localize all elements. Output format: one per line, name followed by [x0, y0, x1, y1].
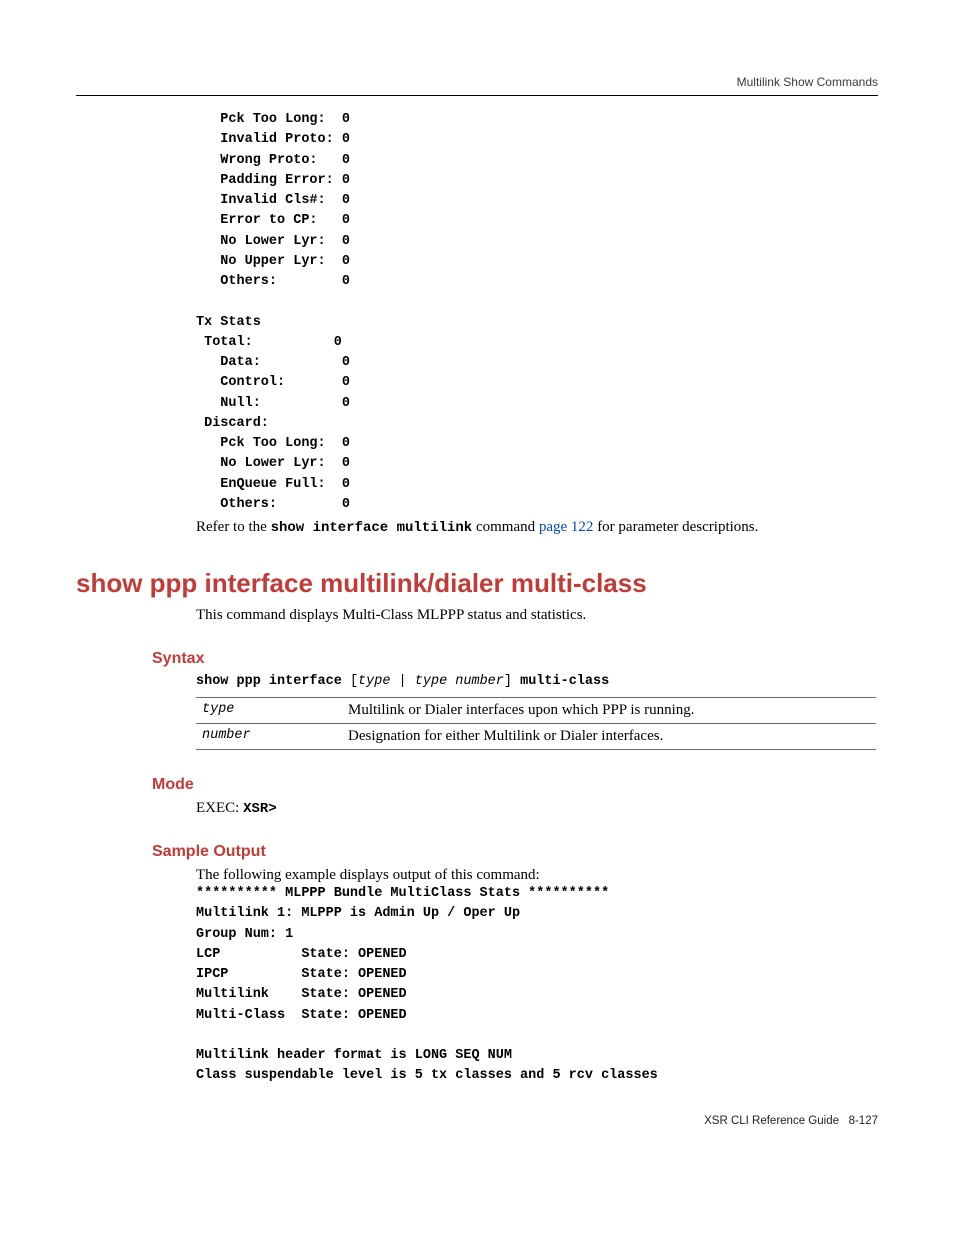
section-syntax: Syntax: [152, 650, 878, 668]
refer-command: show interface multilink: [271, 520, 473, 536]
refer-prefix: Refer to the: [196, 519, 271, 535]
cli-sample-output: ********** MLPPP Bundle MultiClass Stats…: [196, 884, 878, 1087]
param-desc: Designation for either Multilink or Dial…: [342, 724, 876, 750]
refer-mid: command: [472, 519, 539, 535]
syntax-type-number: type number: [415, 674, 504, 689]
syntax-multi-class: multi-class: [512, 674, 609, 689]
section-mode: Mode: [152, 776, 878, 794]
syntax-bracket-close: ]: [504, 674, 512, 689]
param-name: type: [196, 698, 342, 724]
footer-page-number: 8-127: [849, 1115, 878, 1127]
param-name: number: [196, 724, 342, 750]
sample-intro: The following example displays output of…: [196, 867, 878, 884]
syntax-type: type: [358, 674, 390, 689]
mode-line: EXEC: XSR>: [196, 800, 878, 817]
command-intro: This command displays Multi-Class MLPPP …: [196, 607, 878, 624]
refer-link[interactable]: page 122: [539, 519, 594, 535]
refer-suffix: for parameter descriptions.: [593, 519, 758, 535]
syntax-usage: show ppp interface [type | type number] …: [196, 674, 878, 689]
syntax-pipe: |: [390, 674, 414, 689]
param-desc: Multilink or Dialer interfaces upon whic…: [342, 698, 876, 724]
mode-label: EXEC:: [196, 800, 243, 816]
command-title: show ppp interface multilink/dialer mult…: [76, 568, 878, 599]
syntax-bracket-open: [: [350, 674, 358, 689]
page-footer: XSR CLI Reference Guide 8-127: [76, 1115, 878, 1127]
mode-value: XSR>: [243, 801, 277, 817]
page-header-right: Multilink Show Commands: [76, 75, 878, 95]
table-row: number Designation for either Multilink …: [196, 724, 876, 750]
header-rule: [76, 95, 878, 96]
table-row: type Multilink or Dialer interfaces upon…: [196, 698, 876, 724]
refer-paragraph: Refer to the show interface multilink co…: [196, 519, 878, 536]
footer-doc-title: XSR CLI Reference Guide: [704, 1115, 839, 1127]
page: Multilink Show Commands Pck Too Long: 0 …: [0, 0, 954, 1177]
cli-output-top: Pck Too Long: 0 Invalid Proto: 0 Wrong P…: [196, 110, 878, 515]
syntax-cmd: show ppp interface: [196, 674, 350, 689]
section-sample-output: Sample Output: [152, 843, 878, 861]
parameter-table: type Multilink or Dialer interfaces upon…: [196, 697, 876, 750]
